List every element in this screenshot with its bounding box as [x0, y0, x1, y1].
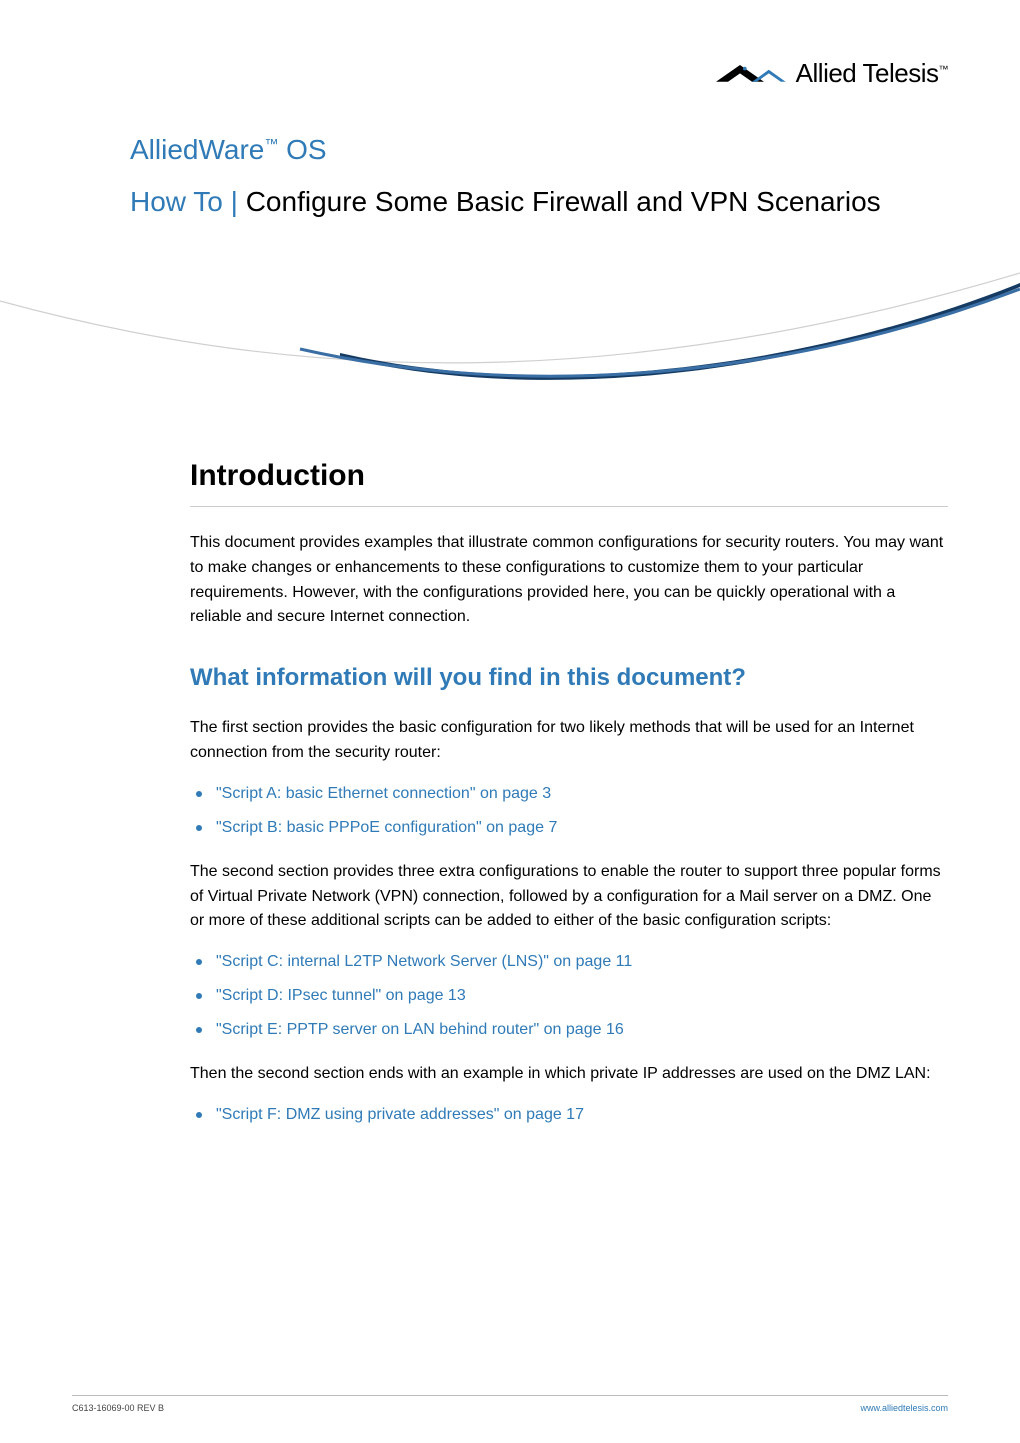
page-footer: C613-16069-00 REV B www.alliedtelesis.co…: [72, 1395, 948, 1416]
script-list-1: "Script A: basic Ethernet connection" on…: [190, 782, 948, 840]
list-item[interactable]: "Script A: basic Ethernet connection" on…: [190, 782, 948, 806]
content-area: Introduction This document provides exam…: [130, 453, 948, 1127]
logo-mark-icon: [716, 63, 788, 85]
title-separator: |: [223, 186, 246, 217]
intro-paragraph: This document provides examples that ill…: [190, 531, 948, 630]
tm-mark: ™: [939, 64, 949, 75]
script-list-3: "Script F: DMZ using private addresses" …: [190, 1103, 948, 1127]
logo-bar: Allied Telesis™: [130, 54, 948, 93]
what-tail-paragraph: Then the second section ends with an exa…: [190, 1062, 948, 1087]
what-heading: What information will you find in this d…: [190, 660, 948, 696]
logo-text: Allied Telesis™: [796, 54, 948, 93]
document-title: How To | Configure Some Basic Firewall a…: [130, 181, 948, 223]
tm-mark: ™: [264, 136, 278, 152]
brand-logo: Allied Telesis™: [716, 54, 948, 93]
howto-prefix: How To: [130, 186, 223, 217]
list-item[interactable]: "Script C: internal L2TP Network Server …: [190, 950, 948, 974]
list-item[interactable]: "Script E: PPTP server on LAN behind rou…: [190, 1018, 948, 1042]
footer-url[interactable]: www.alliedtelesis.com: [860, 1402, 948, 1416]
what-mid-paragraph: The second section provides three extra …: [190, 860, 948, 934]
script-list-2: "Script C: internal L2TP Network Server …: [190, 950, 948, 1042]
list-item[interactable]: "Script D: IPsec tunnel" on page 13: [190, 984, 948, 1008]
product-line: AlliedWare™ OS: [130, 129, 948, 171]
intro-heading: Introduction: [190, 453, 948, 507]
footer-doc-id: C613-16069-00 REV B: [72, 1402, 164, 1416]
page-root: Allied Telesis™ AlliedWare™ OS How To | …: [0, 0, 1020, 1187]
list-item[interactable]: "Script B: basic PPPoE configuration" on…: [190, 816, 948, 840]
what-lead-paragraph: The first section provides the basic con…: [190, 716, 948, 766]
list-item[interactable]: "Script F: DMZ using private addresses" …: [190, 1103, 948, 1127]
title-text: Configure Some Basic Firewall and VPN Sc…: [246, 186, 881, 217]
swoosh-graphic: [0, 263, 1020, 403]
